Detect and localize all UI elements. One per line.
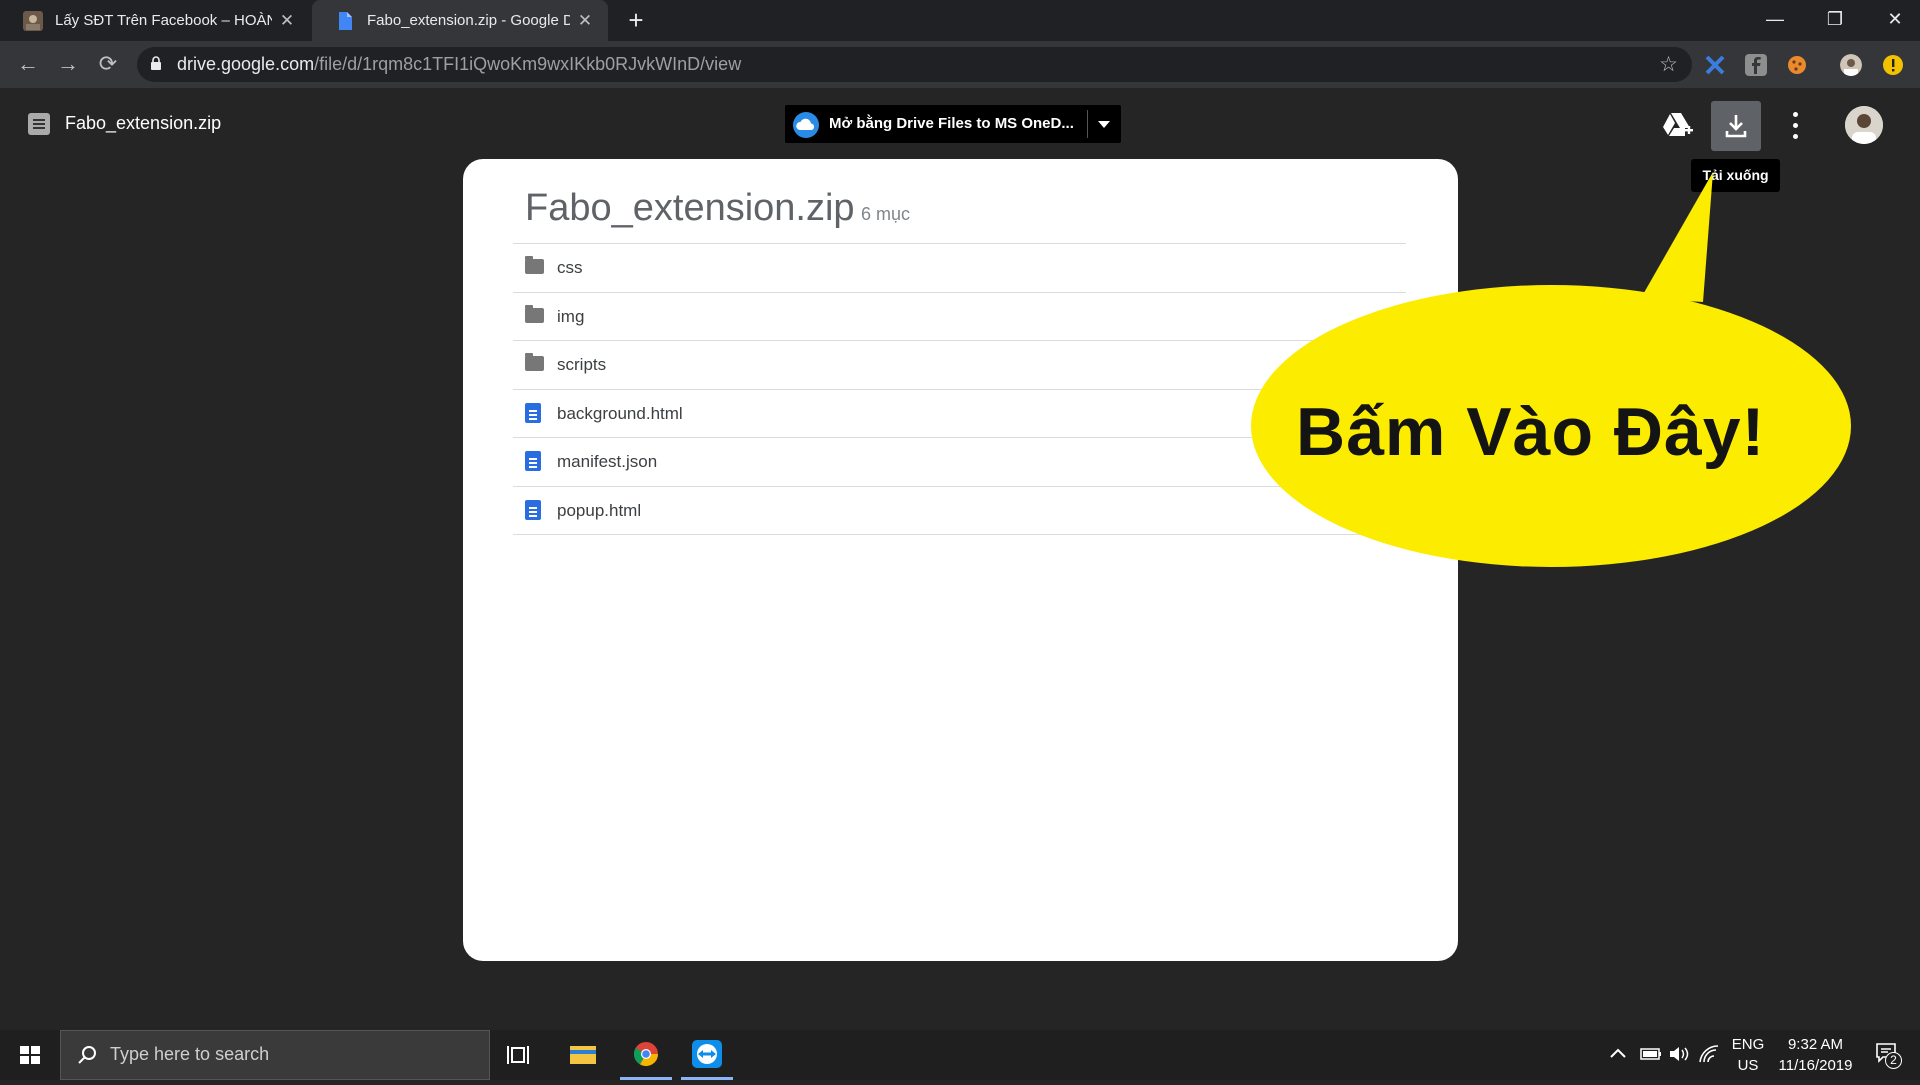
search-icon	[78, 1046, 96, 1064]
windows-taskbar: Type here to search ENG US 9:32 AM 11/16…	[0, 1030, 1920, 1080]
download-tooltip: Tải xuống	[1691, 159, 1780, 192]
folder-icon	[525, 353, 544, 371]
forward-button[interactable]: →	[53, 49, 83, 79]
list-item-css[interactable]: css	[513, 244, 1406, 293]
onedrive-cloud-icon	[793, 112, 819, 138]
open-with-button[interactable]: Mở bằng Drive Files to MS OneD...	[785, 105, 1121, 143]
extension-x-icon[interactable]	[1704, 54, 1726, 76]
browser-toolbar: ← → ⟳ drive.google.com/file/d/1rqm8c1TFI…	[0, 41, 1920, 88]
action-center-icon[interactable]: 2	[1868, 1040, 1904, 1070]
lock-icon	[151, 56, 161, 70]
system-clock[interactable]: 9:32 AM 11/16/2019	[1768, 1036, 1863, 1074]
battery-icon[interactable]	[1640, 1046, 1662, 1062]
extension-cookie-icon[interactable]	[1786, 54, 1808, 76]
callout-text: Bấm Vào Đây!	[1296, 394, 1766, 470]
tab-title: Fabo_extension.zip - Google Driv	[367, 12, 570, 29]
zip-item-count: 6 mục	[861, 204, 911, 224]
add-to-drive-icon[interactable]	[1660, 108, 1694, 142]
windows-start-icon[interactable]	[0, 1030, 60, 1080]
url-path: /file/d/1rqm8c1TFI1iQwoKm9wxIKkb0RJvkWIn…	[314, 54, 742, 74]
url-text: drive.google.com/file/d/1rqm8c1TFI1iQwoK…	[177, 54, 741, 75]
tab-title: Lấy SĐT Trên Facebook – HOÀNG	[55, 12, 272, 29]
more-options-icon[interactable]	[1780, 106, 1810, 146]
download-icon	[1725, 115, 1747, 138]
new-tab-button[interactable]: +	[622, 6, 650, 34]
list-item-manifest-json[interactable]: manifest.json	[513, 438, 1406, 487]
account-avatar[interactable]	[1845, 106, 1883, 144]
open-with-divider	[1087, 110, 1088, 138]
list-item-img[interactable]: img	[513, 293, 1406, 341]
wifi-icon[interactable]	[1698, 1044, 1720, 1064]
input-language[interactable]: ENG US	[1728, 1036, 1768, 1074]
volume-icon[interactable]	[1668, 1044, 1690, 1064]
document-icon	[525, 451, 541, 471]
chevron-up-icon[interactable]	[1608, 1044, 1628, 1064]
back-button[interactable]: ←	[13, 49, 43, 79]
task-view-icon[interactable]	[490, 1030, 550, 1080]
tab-strip: Lấy SĐT Trên Facebook – HOÀNG ✕ Fabo_ext…	[0, 0, 1920, 41]
chrome-taskbar-icon[interactable]	[616, 1030, 676, 1080]
item-name: popup.html	[557, 500, 642, 520]
notification-badge: 2	[1885, 1052, 1902, 1069]
clock-date: 11/16/2019	[1778, 1057, 1853, 1074]
download-button[interactable]	[1711, 101, 1761, 151]
google-docs-favicon-icon	[339, 11, 352, 30]
open-with-label: Mở bằng Drive Files to MS OneD...	[829, 115, 1074, 132]
close-window-button[interactable]: ✕	[1865, 0, 1920, 41]
tab-google-drive[interactable]: Fabo_extension.zip - Google Driv ✕	[312, 0, 608, 41]
zip-title: Fabo_extension.zip	[525, 187, 855, 229]
url-domain: drive.google.com	[177, 54, 315, 74]
document-icon	[525, 499, 541, 520]
site-favicon-icon	[23, 10, 43, 31]
list-item-background-html[interactable]: background.html	[513, 390, 1406, 438]
address-bar[interactable]: drive.google.com/file/d/1rqm8c1TFI1iQwoK…	[137, 47, 1692, 82]
file-explorer-icon[interactable]	[553, 1030, 613, 1080]
list-item-scripts[interactable]: scripts	[513, 341, 1406, 390]
folder-icon	[525, 256, 544, 274]
keyboard-region: US	[1737, 1057, 1759, 1074]
update-alert-icon[interactable]	[1882, 54, 1904, 76]
restore-button[interactable]: ❐	[1805, 0, 1865, 41]
drive-viewer-header: Fabo_extension.zip Mở bằng Drive Files t…	[0, 88, 1920, 160]
item-name: img	[557, 306, 585, 326]
item-name: css	[557, 258, 583, 277]
folder-icon	[525, 304, 544, 323]
teamviewer-icon[interactable]	[677, 1030, 737, 1080]
zip-preview-card: Fabo_extension.zip 6 mục css img scripts…	[463, 159, 1458, 961]
zip-file-list: css img scripts background.html manifest…	[513, 243, 1406, 535]
item-name: background.html	[557, 403, 683, 423]
tab-close-icon[interactable]: ✕	[576, 11, 594, 31]
bookmark-star-icon[interactable]: ☆	[1659, 52, 1678, 77]
language-code: ENG	[1731, 1036, 1765, 1053]
minimize-button[interactable]: —	[1745, 0, 1805, 41]
chevron-down-icon[interactable]	[1098, 121, 1110, 128]
profile-avatar-icon[interactable]	[1840, 54, 1862, 76]
item-name: scripts	[557, 355, 607, 374]
clock-time: 9:32 AM	[1787, 1036, 1844, 1053]
tab-close-icon[interactable]: ✕	[278, 11, 296, 31]
taskbar-search-box[interactable]: Type here to search	[60, 1030, 490, 1080]
item-name: manifest.json	[557, 452, 658, 471]
reload-button[interactable]: ⟳	[93, 49, 123, 79]
search-placeholder: Type here to search	[110, 1044, 270, 1064]
zip-file-icon	[28, 113, 50, 135]
extension-facebook-icon[interactable]	[1745, 54, 1767, 76]
viewer-file-title: Fabo_extension.zip	[65, 113, 222, 133]
tab-facebook[interactable]: Lấy SĐT Trên Facebook – HOÀNG ✕	[0, 0, 310, 41]
document-icon	[525, 402, 541, 423]
list-item-popup-html[interactable]: popup.html	[513, 487, 1406, 535]
